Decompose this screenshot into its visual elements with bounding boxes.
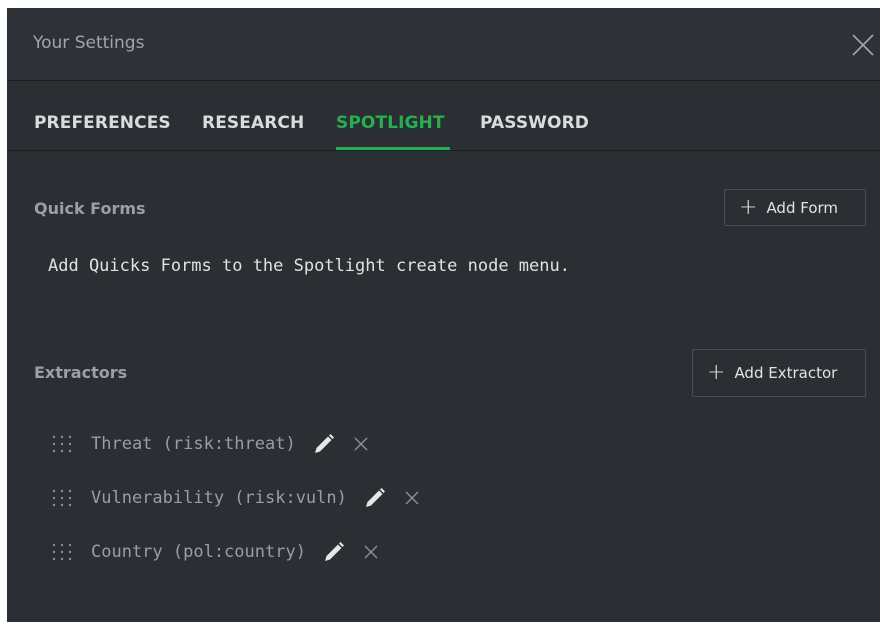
close-button[interactable] [846,28,880,62]
close-icon[interactable] [352,435,370,453]
settings-tabs: PREFERENCES RESEARCH SPOTLIGHT PASSWORD [7,81,880,151]
close-icon[interactable] [403,489,421,507]
pencil-icon[interactable] [363,486,387,510]
quick-forms-title: Quick Forms [34,199,146,218]
extractors-title: Extractors [34,363,128,382]
close-icon [852,34,874,56]
tab-preferences[interactable]: PREFERENCES [34,113,171,133]
drag-handle-icon[interactable] [51,488,73,508]
extractor-label: Vulnerability (risk:vuln) [91,488,347,508]
drag-handle-icon[interactable] [51,542,73,562]
pencil-icon[interactable] [312,432,336,456]
settings-dialog: Your Settings PREFERENCES RESEARCH SPOTL… [7,8,880,622]
tab-spotlight[interactable]: SPOTLIGHT [336,113,445,133]
extractor-item: Vulnerability (risk:vuln) [51,483,421,513]
plus-icon: + [739,194,758,220]
active-tab-indicator [336,147,450,150]
add-extractor-button[interactable]: + Add Extractor [692,349,866,397]
extractor-item: Threat (risk:threat) [51,429,370,459]
extractor-label: Threat (risk:threat) [91,434,296,454]
extractor-item: Country (pol:country) [51,537,380,567]
plus-icon: + [707,360,726,385]
pencil-icon[interactable] [322,540,346,564]
tab-research[interactable]: RESEARCH [202,113,304,133]
dialog-header: Your Settings [7,8,880,81]
close-icon[interactable] [362,543,380,561]
add-form-button[interactable]: + Add Form [724,189,866,226]
extractor-label: Country (pol:country) [91,542,306,562]
dialog-title: Your Settings [33,33,145,53]
quick-forms-helper-text: Add Quicks Forms to the Spotlight create… [48,256,570,276]
add-extractor-label: Add Extractor [734,364,838,382]
tab-password[interactable]: PASSWORD [480,113,589,133]
drag-handle-icon[interactable] [51,434,73,454]
add-form-label: Add Form [766,198,839,217]
